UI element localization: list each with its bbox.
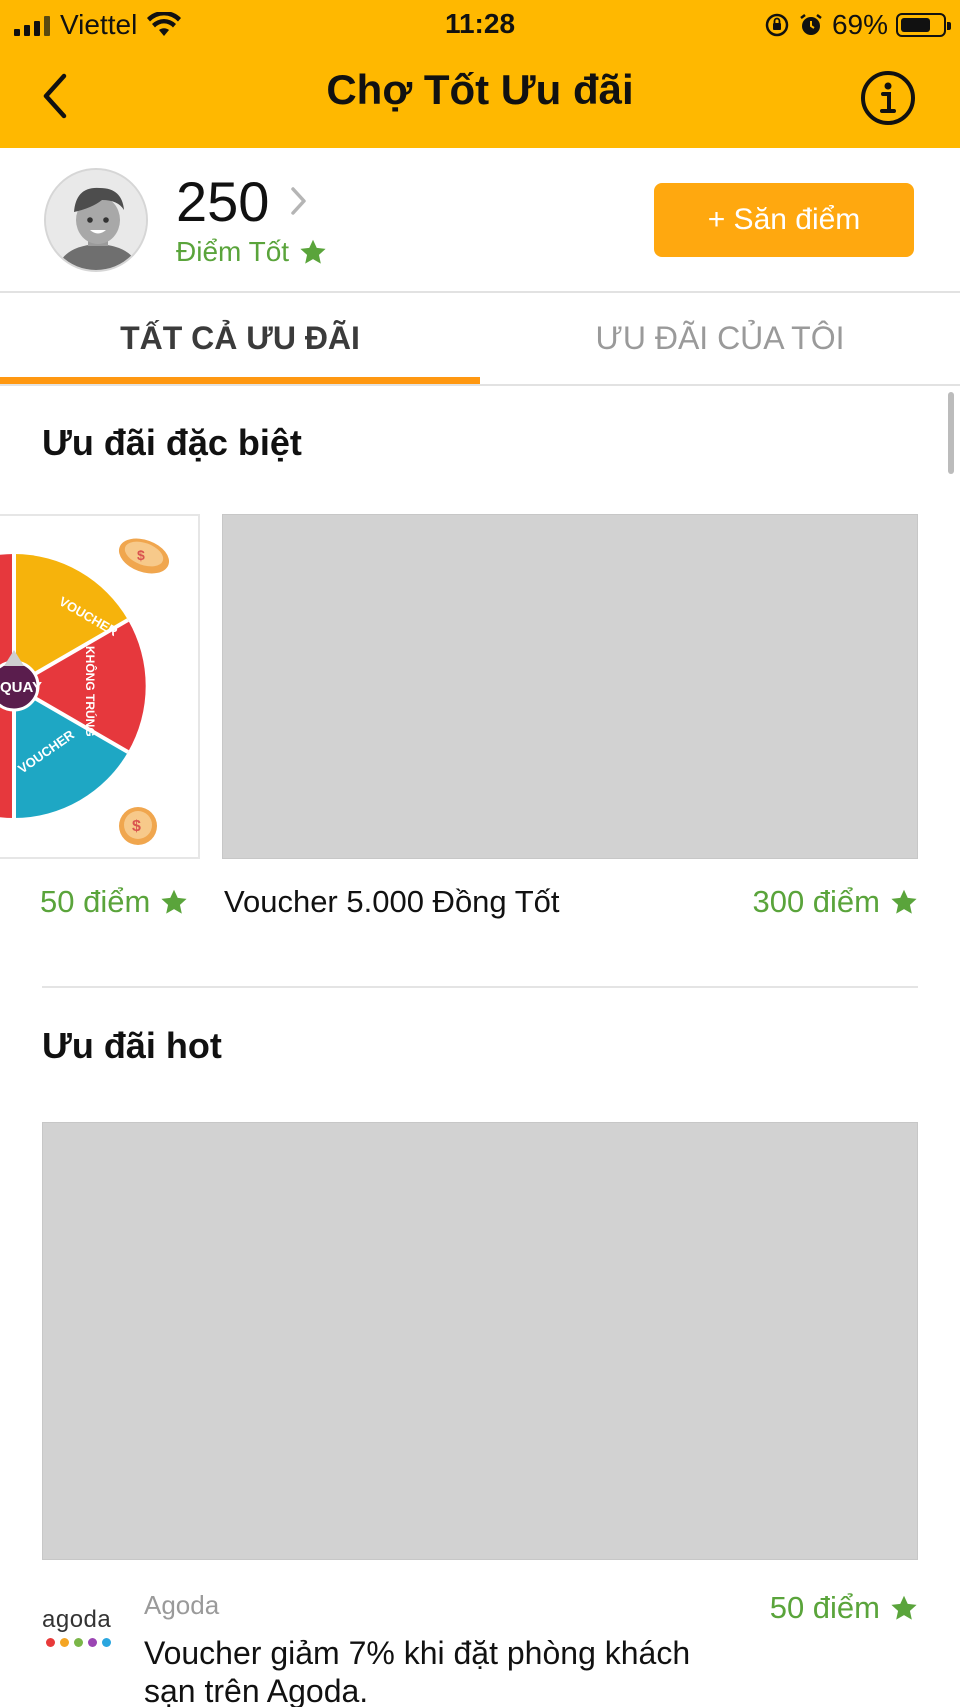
coin-icon: $: [119, 807, 157, 845]
rotation-lock-icon: [765, 13, 789, 37]
app-header: Viettel 11:28 69% Chợ Tốt Ưu đãi: [0, 0, 960, 148]
profile-bar: 250 Điểm Tốt + Săn điểm: [0, 148, 960, 293]
agoda-dots: [46, 1638, 120, 1647]
battery-icon: [896, 13, 951, 37]
earn-points-button[interactable]: + Săn điểm: [654, 183, 914, 257]
lucky-wheel-image: VOUCHER KHÔNG TRÚNG VOUCHER QUAY $ $: [0, 516, 198, 857]
section-title-special: Ưu đãi đặc biệt: [42, 422, 302, 463]
tab-all-offers[interactable]: TẤT CẢ ƯU ĐÃI: [0, 293, 480, 384]
section-title-hot: Ưu đãi hot: [42, 1025, 222, 1066]
chevron-right-icon[interactable]: [288, 184, 310, 218]
active-tab-indicator: [0, 377, 480, 384]
wheel-points-text: 50 điểm: [40, 884, 151, 919]
alarm-icon: [800, 14, 822, 35]
star-icon: [161, 889, 187, 914]
status-right: 69%: [764, 8, 951, 42]
scrollbar[interactable]: [948, 392, 954, 474]
agoda-logo-text: agoda: [42, 1606, 112, 1633]
svg-text:$: $: [132, 818, 141, 835]
star-icon: [891, 1595, 917, 1620]
points-label-row: Điểm Tốt: [176, 236, 327, 268]
points-value[interactable]: 250: [176, 170, 269, 234]
star-icon: [300, 239, 326, 264]
offer-brand: Agoda: [144, 1590, 220, 1620]
page-title: Chợ Tốt Ưu đãi: [326, 66, 634, 113]
section-divider: [42, 986, 918, 988]
wheel-center-label: QUAY: [0, 679, 42, 696]
voucher-image-placeholder[interactable]: [222, 514, 918, 859]
hot-offer-image-placeholder[interactable]: [42, 1122, 918, 1560]
offer-description[interactable]: Voucher giảm 7% khi đặt phòng khách sạn …: [144, 1634, 704, 1707]
avatar[interactable]: [44, 168, 148, 272]
info-icon[interactable]: [860, 70, 916, 126]
svg-text:$: $: [137, 547, 145, 563]
lucky-wheel-card[interactable]: VOUCHER KHÔNG TRÚNG VOUCHER QUAY $ $: [0, 514, 200, 859]
tab-my-offers[interactable]: ƯU ĐÃI CỦA TÔI: [480, 293, 960, 384]
hot-offer-points-text: 50 điểm: [769, 1590, 880, 1625]
hot-offer-points: 50 điểm: [770, 1590, 918, 1626]
user-avatar-icon: [46, 170, 146, 270]
points-label: Điểm Tốt: [176, 236, 290, 267]
voucher-points: 300 điểm: [752, 884, 918, 920]
voucher-points-text: 300 điểm: [752, 884, 880, 919]
agoda-logo: agoda: [42, 1606, 120, 1650]
wheel-label-no-win: KHÔNG TRÚNG: [83, 646, 98, 737]
status-bar: Viettel 11:28 69%: [0, 0, 960, 50]
voucher-name[interactable]: Voucher 5.000 Đồng Tốt: [224, 884, 560, 920]
tab-bar: TẤT CẢ ƯU ĐÃI ƯU ĐÃI CỦA TÔI: [0, 293, 960, 386]
star-icon: [891, 889, 917, 914]
wheel-points: 50 điểm: [40, 884, 188, 920]
battery-fill: [901, 18, 930, 32]
battery-percent: 69%: [831, 9, 888, 40]
